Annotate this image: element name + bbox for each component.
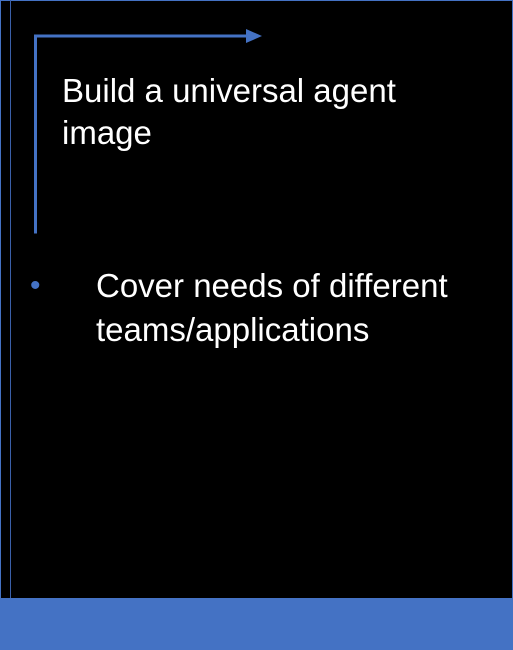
bullet-item: • Cover needs of different teams/applica… xyxy=(30,264,500,352)
bullet-text: Cover needs of different teams/applicati… xyxy=(96,267,448,348)
bullet-list: • Cover needs of different teams/applica… xyxy=(30,264,500,352)
bullet-icon: • xyxy=(30,269,41,302)
slide-heading: Build a universal agent image xyxy=(62,72,396,151)
bottom-accent-band xyxy=(0,598,513,650)
